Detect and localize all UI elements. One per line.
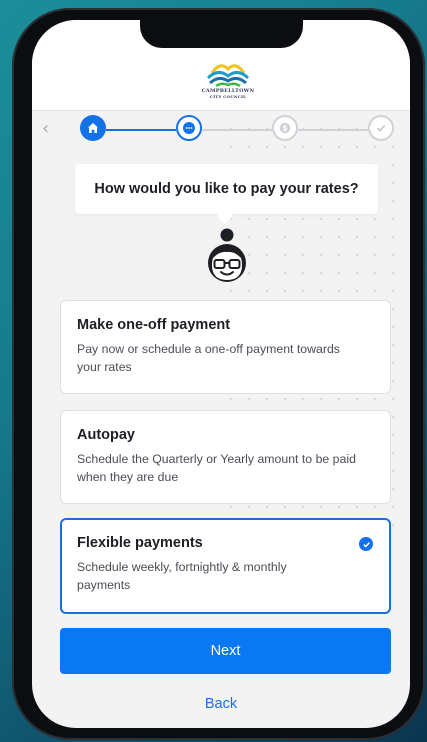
home-icon xyxy=(88,123,98,133)
check-icon xyxy=(376,125,386,132)
chevron-left-icon[interactable]: ‹ xyxy=(42,118,49,139)
option-description: Pay now or schedule a one-off payment to… xyxy=(77,342,340,374)
step-payment[interactable]: $ xyxy=(272,115,298,141)
chat-icon xyxy=(183,122,195,134)
step-home[interactable] xyxy=(80,115,106,141)
option-flexible-payments[interactable]: Flexible payments Schedule weekly, fortn… xyxy=(60,518,391,614)
council-logo: CAMPBELLTOWN CITY COUNCIL xyxy=(198,62,258,102)
option-title: Autopay xyxy=(77,427,135,443)
option-one-off-payment[interactable]: Make one-off payment Pay now or schedule… xyxy=(60,300,391,394)
app-screen: CAMPBELLTOWN CITY COUNCIL ‹ $ How would … xyxy=(32,20,410,728)
question-bubble: How would you like to pay your rates? xyxy=(75,164,378,214)
step-line-complete xyxy=(106,129,176,131)
option-title: Make one-off payment xyxy=(77,317,231,333)
step-line-upcoming-1 xyxy=(202,129,272,131)
step-confirm[interactable] xyxy=(368,115,394,141)
assistant-avatar-icon xyxy=(203,227,251,287)
selected-check-icon xyxy=(359,537,373,551)
logo-line2: CITY COUNCIL xyxy=(209,94,247,99)
question-text: How would you like to pay your rates? xyxy=(94,181,359,197)
phone-notch xyxy=(140,20,303,48)
dollar-icon: $ xyxy=(279,122,291,134)
option-autopay[interactable]: Autopay Schedule the Quarterly or Yearly… xyxy=(60,410,391,504)
back-link[interactable]: Back xyxy=(32,696,410,712)
step-chat[interactable] xyxy=(176,115,202,141)
option-description: Schedule the Quarterly or Yearly amount … xyxy=(77,452,356,484)
phone-frame: CAMPBELLTOWN CITY COUNCIL ‹ $ How would … xyxy=(12,8,425,740)
svg-text:$: $ xyxy=(282,124,287,133)
logo-wordmark: CAMPBELLTOWN CITY COUNCIL xyxy=(198,88,258,100)
option-title: Flexible payments xyxy=(77,535,203,551)
step-line-upcoming-2 xyxy=(298,129,368,131)
option-description: Schedule weekly, fortnightly & monthly p… xyxy=(77,560,287,592)
next-button[interactable]: Next xyxy=(60,628,391,674)
progress-stepper: ‹ $ xyxy=(32,115,410,145)
